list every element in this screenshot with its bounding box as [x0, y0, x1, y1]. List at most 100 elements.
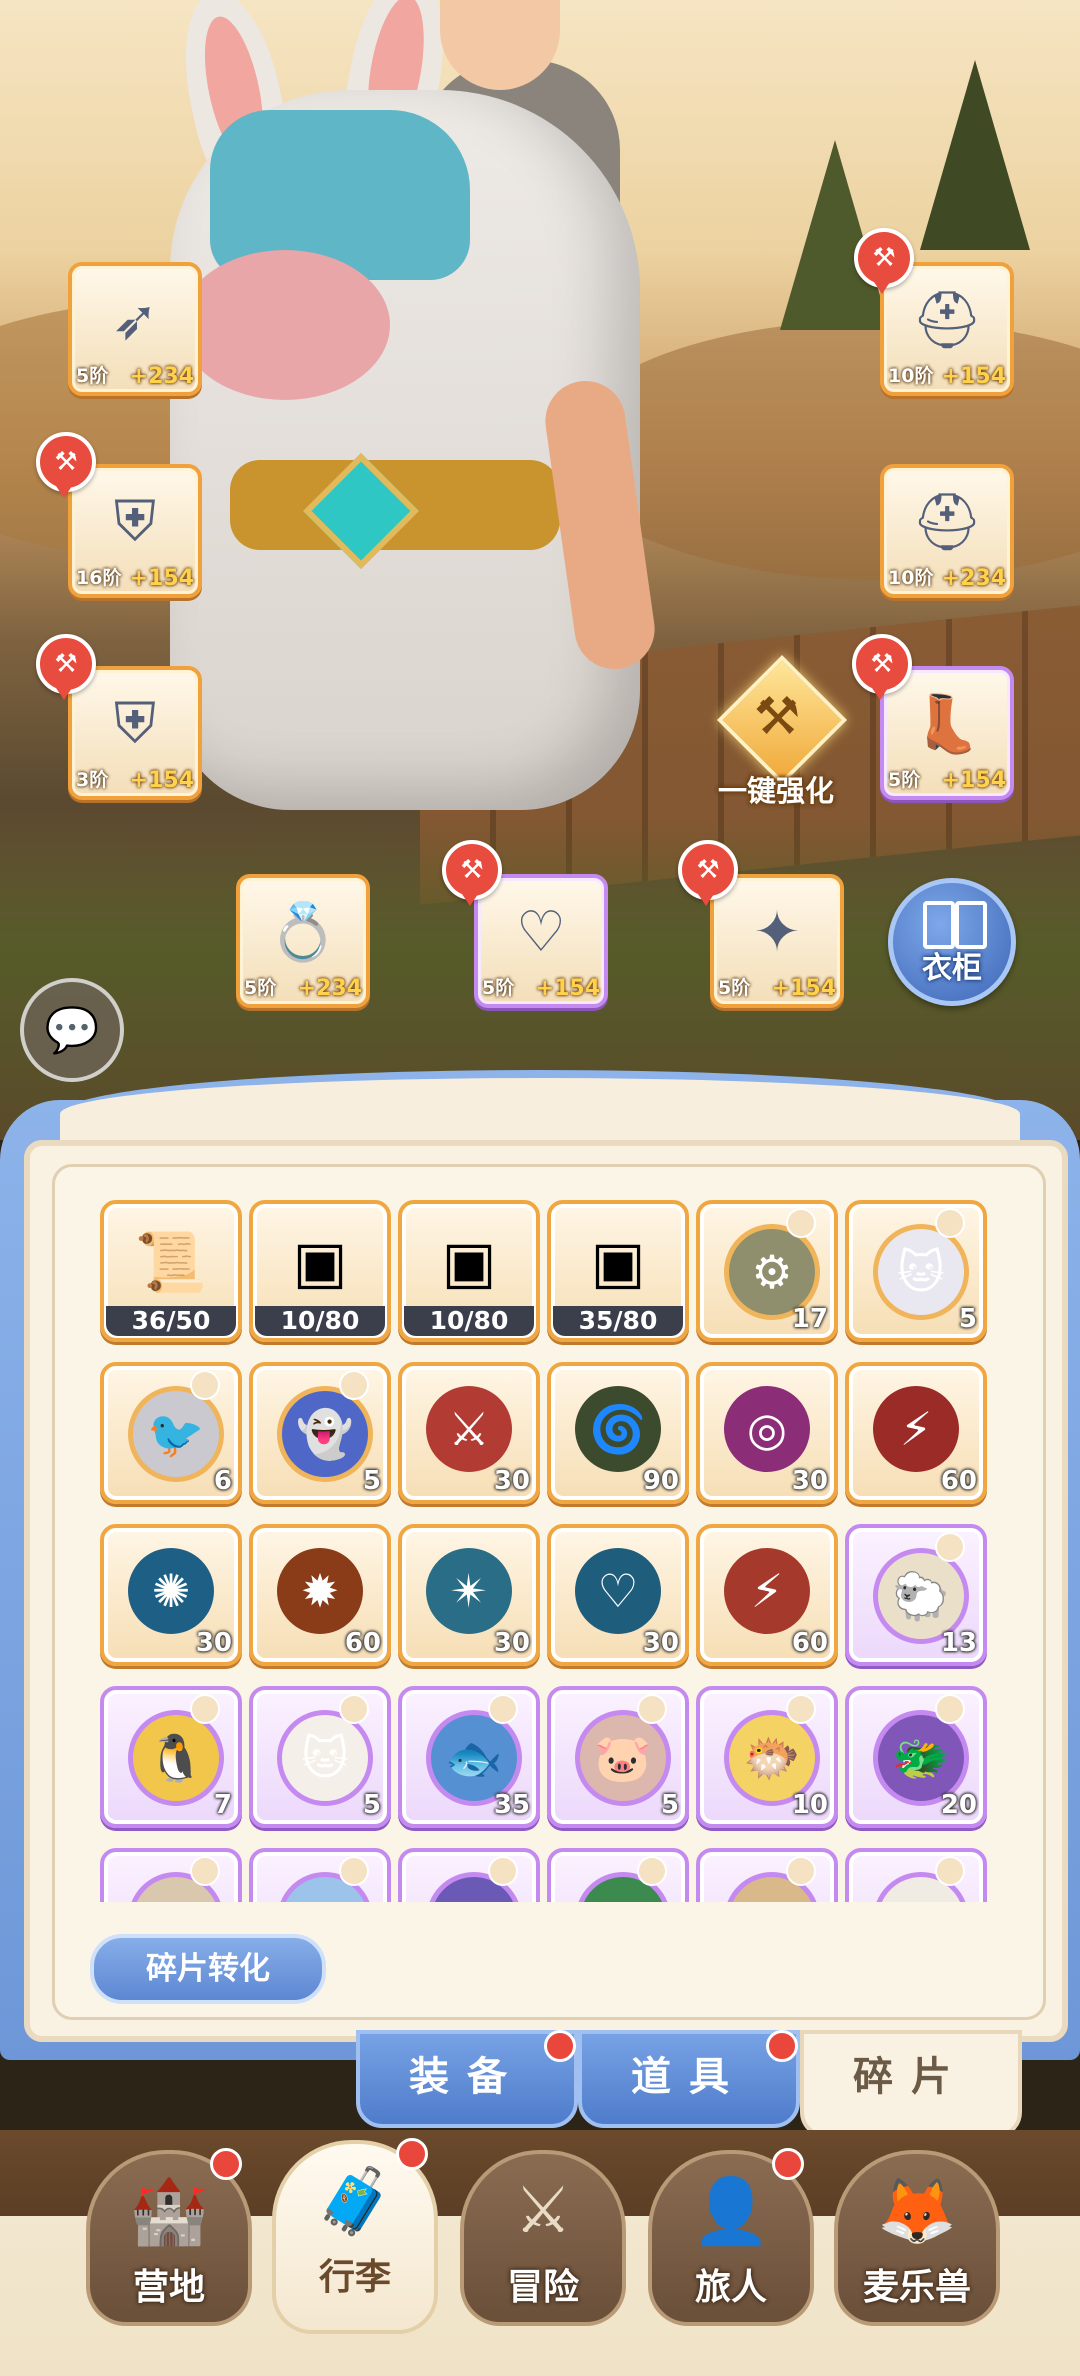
- equipment-level: 5阶: [718, 977, 751, 999]
- fragment-count: 5: [660, 1790, 679, 1820]
- fragment-badge-icon: [488, 1856, 518, 1886]
- equipment-slot[interactable]: ➶ 5阶 +234: [68, 262, 202, 396]
- nav-label: 麦乐兽: [862, 2267, 971, 2308]
- pig-pet-icon: 🐷: [575, 1710, 671, 1806]
- upgrade-available-hammer-icon: ⚒: [36, 634, 96, 700]
- star-burst-skill-icon: ✴: [426, 1548, 512, 1634]
- fragment-item[interactable]: [249, 1848, 391, 1902]
- fragment-item[interactable]: 🐱 5: [249, 1686, 391, 1828]
- category-tab-label: 碎片: [853, 2054, 969, 2100]
- fragment-item[interactable]: [100, 1848, 242, 1902]
- equipment-bonus: +234: [129, 364, 194, 389]
- equipment-bonus: +154: [129, 768, 194, 793]
- chat-bubble-icon: 💬: [44, 1005, 100, 1056]
- nav-button[interactable]: 🧳 行李: [272, 2138, 438, 2334]
- enhance-label: 一键强化: [717, 774, 834, 808]
- chat-button[interactable]: 💬: [20, 978, 124, 1082]
- fragment-item[interactable]: ▣ 35/80: [547, 1200, 689, 1342]
- category-tab[interactable]: 碎片: [800, 2030, 1022, 2138]
- fragment-item[interactable]: ⚙ 17: [696, 1200, 838, 1342]
- equipment-level: 5阶: [76, 365, 109, 387]
- nav-button[interactable]: 🦊 麦乐兽: [834, 2150, 1000, 2326]
- equipment-bonus: +154: [535, 976, 600, 1001]
- equipment-level: 5阶: [888, 769, 921, 791]
- mount-nose: [180, 250, 390, 400]
- notification-dot: [772, 2148, 804, 2180]
- fragment-grid[interactable]: 📜 36/50 ▣ 10/80 ▣ 10/80 ▣ 35/80 ⚙ 17 🐱 5 🐦 6 👻 5 ⚔ 30 🌀 90 ◎…: [72, 1196, 1012, 1902]
- fragment-item[interactable]: [696, 1848, 838, 1902]
- fire-strike-skill-icon: ⚡: [724, 1548, 810, 1634]
- equipment-slot[interactable]: ⛑ 10阶 +234: [880, 464, 1014, 598]
- fragment-convert-button[interactable]: 碎片转化: [90, 1934, 326, 2004]
- fragment-badge-icon: [786, 1856, 816, 1886]
- equipment-slot[interactable]: ⛨ 16阶 +154: [68, 464, 202, 598]
- fragment-badge-icon: [190, 1856, 220, 1886]
- fragment-item[interactable]: 👻 5: [249, 1362, 391, 1504]
- equipment-slot[interactable]: 💍 5阶 +234: [236, 874, 370, 1008]
- necklace-icon: ♡: [515, 899, 567, 965]
- ice-burst-skill-icon: ✺: [128, 1548, 214, 1634]
- equipment-bonus: +154: [129, 566, 194, 591]
- nav-button[interactable]: ⚔ 冒险: [460, 2150, 626, 2326]
- nav-button[interactable]: 👤 旅人: [648, 2148, 814, 2326]
- claw-slash-skill-icon: ⚔: [426, 1386, 512, 1472]
- scroll-icon: 📜: [134, 1227, 208, 1296]
- fragment-item[interactable]: 🌀 90: [547, 1362, 689, 1504]
- fragment-count: 30: [195, 1628, 232, 1658]
- fragment-item[interactable]: 🐧 7: [100, 1686, 242, 1828]
- castle-icon: 🏰: [129, 2174, 209, 2249]
- fragment-badge-icon: [935, 1208, 965, 1238]
- fragment-item[interactable]: [398, 1848, 540, 1902]
- fragment-badge-icon: [637, 1856, 667, 1886]
- upgrade-available-hammer-icon: ⚒: [36, 432, 96, 498]
- fragment-item[interactable]: 🐟 35: [398, 1686, 540, 1828]
- traveler-icon: 👤: [691, 2174, 771, 2249]
- equipment-slot[interactable]: ⛨ 3阶 +154: [68, 666, 202, 800]
- fragment-item[interactable]: ⚡ 60: [696, 1524, 838, 1666]
- blue-spirit-icon: 👻: [277, 1386, 373, 1482]
- fragment-count: 35: [493, 1790, 530, 1820]
- fragment-badge-icon: [637, 1694, 667, 1724]
- fragment-progress: 36/50: [106, 1306, 236, 1336]
- equipment-slot[interactable]: ♡ 5阶 +154: [474, 874, 608, 1008]
- upgrade-available-hammer-icon: ⚒: [852, 634, 912, 700]
- fragment-item[interactable]: ⚡ 60: [845, 1362, 987, 1504]
- vortex-skill-icon: 🌀: [575, 1386, 661, 1472]
- fragment-item[interactable]: [845, 1848, 987, 1902]
- nav-label: 冒险: [506, 2267, 579, 2308]
- fragment-item[interactable]: ▣ 10/80: [398, 1200, 540, 1342]
- fragment-item[interactable]: 🐡 10: [696, 1686, 838, 1828]
- ground-crack-skill-icon: ✹: [277, 1548, 363, 1634]
- fragment-item[interactable]: 🐱 5: [845, 1200, 987, 1342]
- nav-button[interactable]: 🏰 营地: [86, 2148, 252, 2326]
- fragment-count: 90: [642, 1466, 679, 1496]
- fragment-item[interactable]: ▣ 10/80: [249, 1200, 391, 1342]
- fragment-badge-icon: [935, 1856, 965, 1886]
- one-key-enhance-button[interactable]: ⚒ 一键强化: [706, 654, 848, 808]
- fragment-badge-icon: [190, 1370, 220, 1400]
- fragment-item[interactable]: ◎ 30: [696, 1362, 838, 1504]
- equipment-bonus: +234: [941, 566, 1006, 591]
- fragment-item[interactable]: ♡ 30: [547, 1524, 689, 1666]
- pine-tree: [920, 60, 1030, 250]
- fragment-item[interactable]: [547, 1848, 689, 1902]
- mountain-chip-icon: ▣: [441, 1228, 497, 1296]
- tower-chip-icon: ▣: [590, 1228, 646, 1296]
- wardrobe-button[interactable]: 衣柜: [888, 878, 1016, 1006]
- wardrobe-icon: [923, 901, 955, 949]
- notification-dot: [210, 2148, 242, 2180]
- fragment-badge-icon: [786, 1208, 816, 1238]
- fragment-item[interactable]: ✴ 30: [398, 1524, 540, 1666]
- fragment-item[interactable]: 🐲 20: [845, 1686, 987, 1828]
- fragment-item[interactable]: 🐷 5: [547, 1686, 689, 1828]
- fragment-item[interactable]: 🐑 13: [845, 1524, 987, 1666]
- fragment-item[interactable]: ✹ 60: [249, 1524, 391, 1666]
- fragment-badge-icon: [786, 1694, 816, 1724]
- equipment-slot[interactable]: ✦ 5阶 +154: [710, 874, 844, 1008]
- fragment-item[interactable]: 📜 36/50: [100, 1200, 242, 1342]
- fragment-item[interactable]: ⚔ 30: [398, 1362, 540, 1504]
- wardrobe-label: 衣柜: [922, 951, 982, 986]
- fragment-item[interactable]: 🐦 6: [100, 1362, 242, 1504]
- hammer-icon: ⚒: [753, 687, 801, 747]
- fragment-item[interactable]: ✺ 30: [100, 1524, 242, 1666]
